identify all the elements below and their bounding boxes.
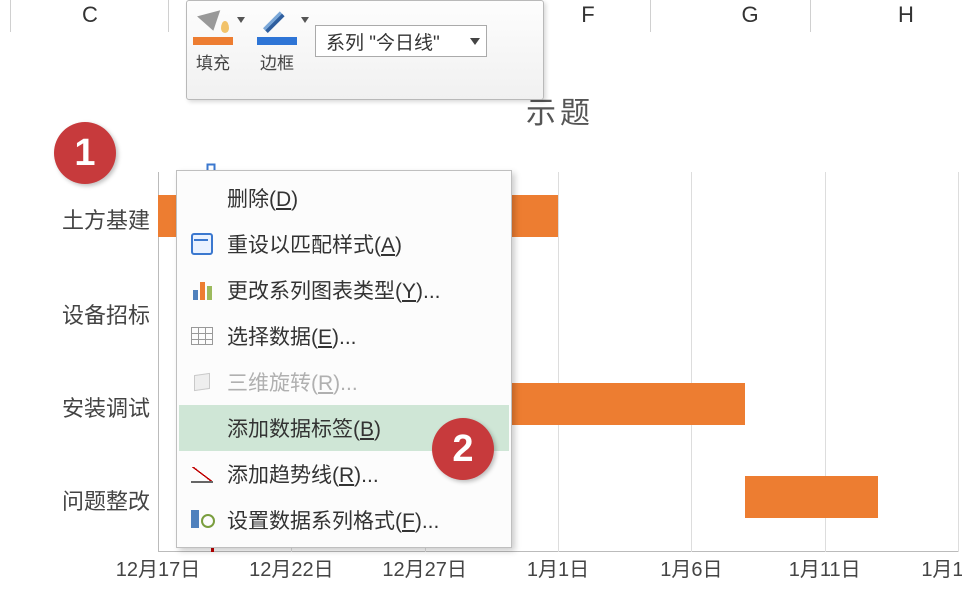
series-selector-value: 系列 "今日线"	[326, 28, 440, 55]
menu-item-label: 设置数据系列格式(F)...	[227, 505, 439, 535]
x-axis-tick: 12月17日	[116, 553, 201, 582]
menu-item-format[interactable]: 设置数据系列格式(F)...	[179, 497, 509, 543]
menu-item-label: 添加数据标签(B)	[227, 413, 381, 443]
column-divider	[10, 0, 11, 32]
x-axis-tick: 1月6日	[660, 553, 722, 582]
x-axis-tick: 12月22日	[249, 553, 334, 582]
cube-icon	[185, 367, 219, 397]
x-axis-tick: 1月1日	[527, 553, 589, 582]
reset-icon	[185, 229, 219, 259]
gridline	[958, 172, 959, 552]
blank-icon	[185, 183, 219, 213]
category-label: 土方基建	[0, 203, 150, 235]
menu-item-reset[interactable]: 重设以匹配样式(A)	[179, 221, 509, 267]
grid-icon	[185, 321, 219, 351]
dropdown-arrow-icon[interactable]	[301, 17, 309, 23]
category-label: 设备招标	[0, 298, 150, 330]
annotation-callout: 2	[432, 418, 494, 480]
column-header[interactable]: C	[70, 2, 110, 28]
gantt-bar[interactable]	[505, 383, 745, 425]
category-label: 问题整改	[0, 484, 150, 516]
outline-pen-icon	[255, 7, 299, 47]
annotation-callout: 1	[54, 122, 116, 184]
column-divider	[168, 0, 169, 32]
series-selector-dropdown[interactable]: 系列 "今日线"	[315, 25, 487, 57]
menu-item-change-type[interactable]: 更改系列图表类型(Y)...	[179, 267, 509, 313]
gantt-bar[interactable]	[745, 476, 878, 518]
fill-bucket-icon	[191, 7, 235, 47]
menu-item-label: 三维旋转(R)...	[227, 367, 358, 397]
menu-item-rotate-3d: 三维旋转(R)...	[179, 359, 509, 405]
outline-color-button[interactable]: 边框	[251, 1, 303, 74]
x-axis-tick: 1月16日	[921, 553, 962, 582]
column-divider	[650, 0, 651, 32]
mini-toolbar: 填充 边框 系列 "今日线"	[186, 0, 544, 100]
context-menu: 删除(D) 重设以匹配样式(A) 更改系列图表类型(Y)... 选择数据(E)... 三…	[176, 170, 512, 548]
blank-icon	[185, 413, 219, 443]
fill-color-button[interactable]: 填充	[187, 1, 239, 74]
trend-icon	[185, 459, 219, 489]
x-axis-tick: 1月11日	[789, 553, 861, 582]
column-divider	[810, 0, 811, 32]
format-icon	[185, 505, 219, 535]
menu-item-label: 选择数据(E)...	[227, 321, 357, 351]
dropdown-arrow-icon[interactable]	[237, 17, 245, 23]
menu-item-delete[interactable]: 删除(D)	[179, 175, 509, 221]
menu-item-select-data[interactable]: 选择数据(E)...	[179, 313, 509, 359]
category-label: 安装调试	[0, 391, 150, 423]
gridline	[558, 172, 559, 552]
gridline	[691, 172, 692, 552]
menu-item-label: 更改系列图表类型(Y)...	[227, 275, 441, 305]
chevron-down-icon	[470, 38, 480, 45]
menu-item-label: 重设以匹配样式(A)	[227, 229, 402, 259]
column-header[interactable]: F	[568, 2, 608, 28]
menu-item-label: 删除(D)	[227, 183, 298, 213]
menu-item-label: 添加趋势线(R)...	[227, 459, 379, 489]
fill-label: 填充	[196, 49, 230, 74]
column-header[interactable]: G	[730, 2, 770, 28]
outline-label: 边框	[260, 49, 294, 74]
x-axis-tick: 12月27日	[382, 553, 467, 582]
chart-icon	[185, 275, 219, 305]
column-header[interactable]: H	[886, 2, 926, 28]
